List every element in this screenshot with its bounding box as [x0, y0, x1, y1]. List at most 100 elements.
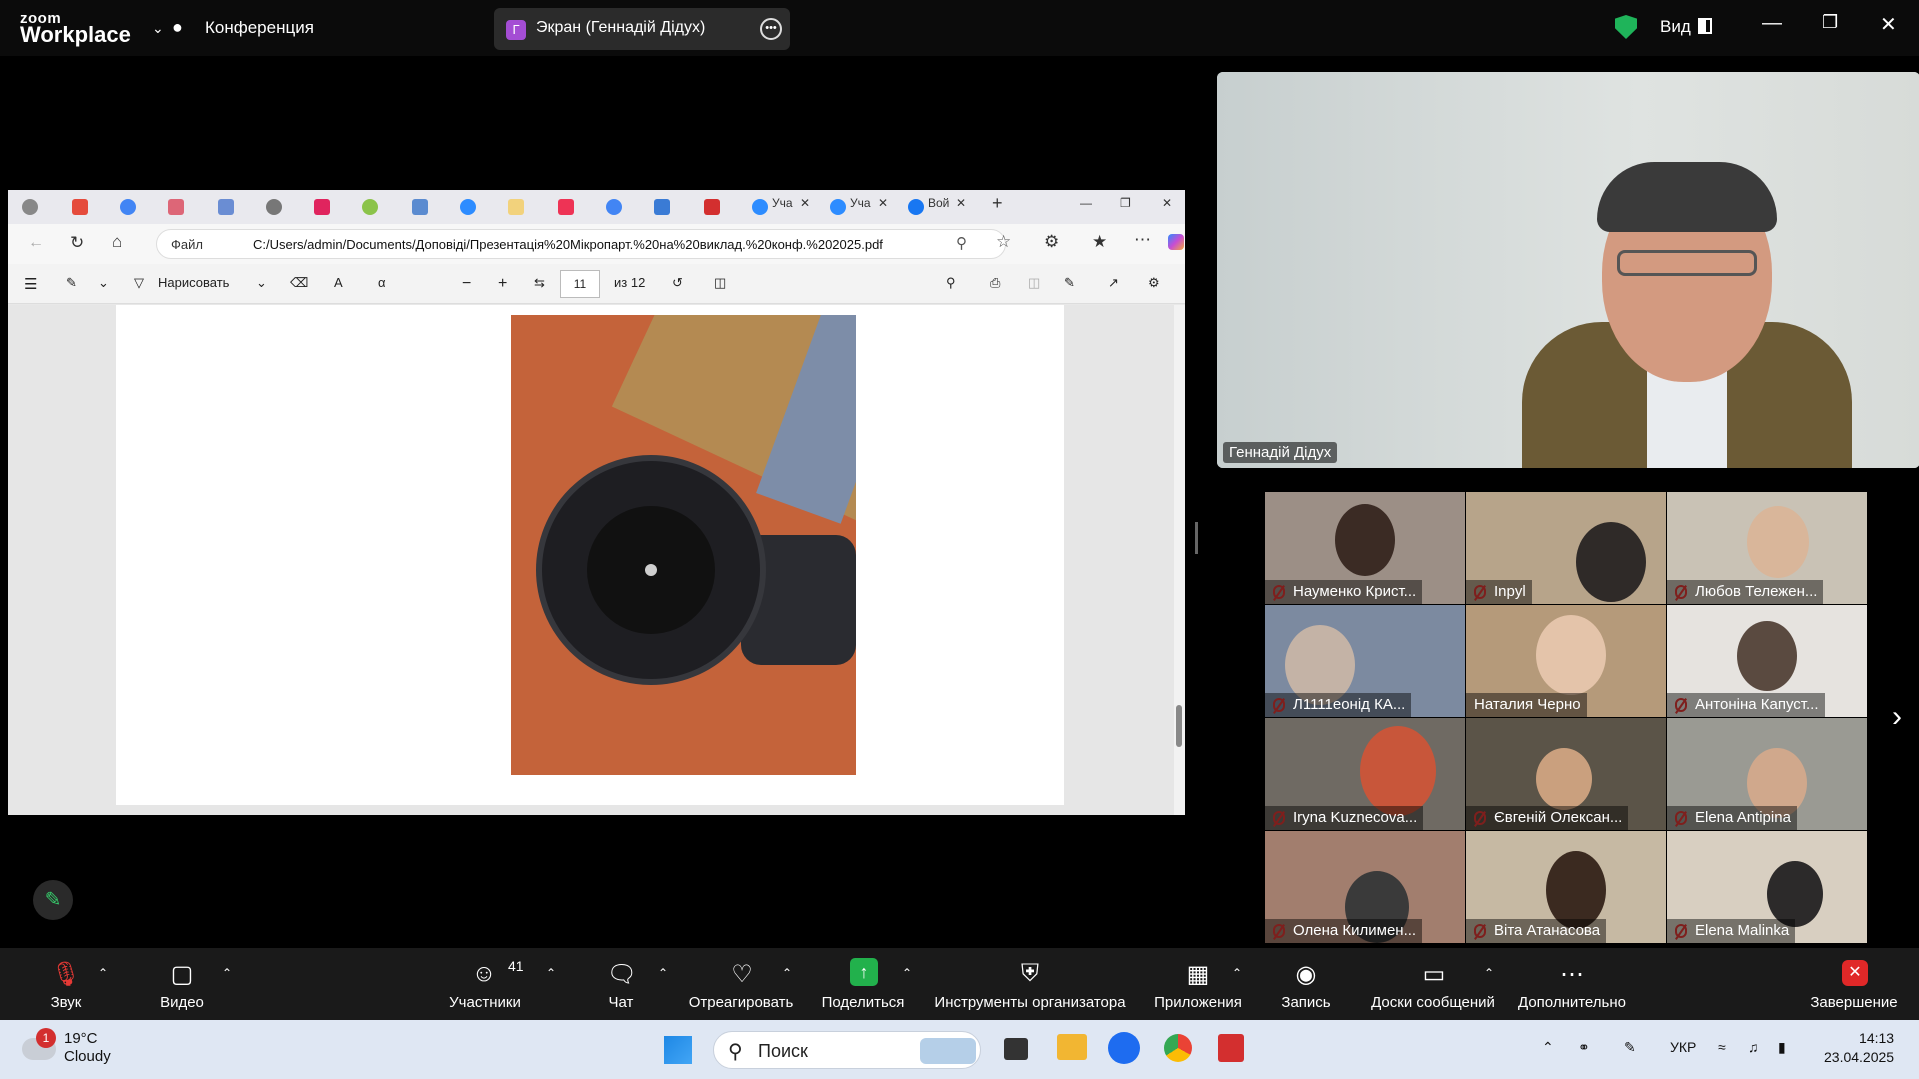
tab-icon[interactable] [168, 199, 184, 215]
participant-tile[interactable]: Inpyl [1466, 492, 1666, 604]
read-aloud-icon[interactable]: A [334, 275, 343, 290]
pdf-search-icon[interactable]: ⚲ [946, 275, 956, 291]
whiteboards-button[interactable]: ▭ Доски сообщений [1358, 948, 1508, 1020]
favorite-star-icon[interactable]: ☆ [996, 232, 1011, 252]
active-speaker-video[interactable]: Геннадій Дідух [1217, 72, 1919, 468]
participant-tile[interactable]: Антоніна Капуст... [1667, 605, 1867, 717]
fullscreen-icon[interactable]: ↗ [1108, 275, 1119, 291]
chat-button[interactable]: 🗨 Чат [596, 948, 646, 1020]
zoom-taskbar-icon[interactable] [1108, 1032, 1140, 1064]
tab-label[interactable]: Уча [850, 196, 871, 218]
restore-icon[interactable]: ❐ [1822, 12, 1838, 33]
gmail-tab-icon[interactable] [72, 199, 88, 215]
new-tab-icon[interactable]: + [992, 193, 1003, 215]
more-menu-icon[interactable]: ⋯ [1134, 230, 1151, 250]
participant-tile[interactable]: Любов Тележен... [1667, 492, 1867, 604]
audio-options-caret-icon[interactable]: ⌃ [98, 966, 108, 980]
video-options-caret-icon[interactable]: ⌃ [222, 966, 232, 980]
network-disabled-icon[interactable]: ⚭ [1578, 1039, 1590, 1056]
weather-widget[interactable]: 19°C Cloudy [64, 1030, 111, 1066]
react-button[interactable]: ♡ Отреагировать [686, 948, 796, 1020]
tab-icon[interactable] [654, 199, 670, 215]
google-tab-icon[interactable] [606, 199, 622, 215]
view-layout-icon[interactable] [1698, 18, 1712, 34]
start-windows-icon[interactable] [664, 1036, 692, 1064]
task-view-icon[interactable] [1004, 1038, 1028, 1060]
close-icon[interactable]: ✕ [1880, 12, 1897, 37]
audio-button[interactable]: 🎙 Звук [30, 948, 102, 1020]
share-caret-icon[interactable]: ⌃ [902, 966, 912, 980]
minimize-icon[interactable]: — [1762, 12, 1782, 35]
translate-icon[interactable]: α [378, 275, 386, 290]
tab-close-icon[interactable]: ✕ [956, 196, 966, 218]
rotate-icon[interactable]: ↺ [672, 275, 683, 291]
zoom-tab-icon[interactable] [460, 199, 476, 215]
draw-chevron-icon[interactable]: ⌄ [98, 275, 109, 291]
gallery-next-page-icon[interactable]: › [1892, 700, 1902, 734]
wifi-icon[interactable]: ≈ [1718, 1039, 1726, 1055]
participant-tile[interactable]: Євгеній Олексан... [1466, 718, 1666, 830]
share-screen-button[interactable]: ↑ Поделиться [818, 948, 908, 1020]
tab-close-icon[interactable]: ✕ [878, 196, 888, 218]
draw-pen-icon[interactable]: ▽ [134, 275, 144, 291]
app-menu-chevron-icon[interactable]: ⌄ [152, 20, 164, 37]
eraser-icon[interactable]: ⌫ [290, 275, 308, 291]
participant-tile[interactable]: Віта Атанасова [1466, 831, 1666, 943]
pen-icon[interactable]: ✎ [1624, 1039, 1636, 1056]
page-number-input[interactable]: 11 [560, 270, 600, 298]
extensions-icon[interactable]: ⚙ [1044, 232, 1059, 252]
pdf-scrollbar[interactable] [1174, 305, 1185, 815]
layout-splitter-handle[interactable] [1195, 522, 1198, 554]
taskbar-search[interactable]: ⚲ Поиск [713, 1031, 981, 1069]
record-button[interactable]: ◉ Запись [1268, 948, 1344, 1020]
active-pdf-tab-icon[interactable] [704, 199, 720, 215]
meeting-title[interactable]: Конференция [205, 18, 314, 38]
profile-icon[interactable] [22, 199, 38, 215]
pdf-settings-icon[interactable]: ⚙ [1148, 275, 1160, 291]
tray-overflow-icon[interactable]: ⌃ [1542, 1039, 1554, 1056]
whiteboards-caret-icon[interactable]: ⌃ [1484, 966, 1494, 980]
zoom-out-button[interactable]: − [462, 275, 471, 293]
pdf-viewport[interactable] [8, 305, 1174, 815]
apps-button[interactable]: ▦ Приложения [1148, 948, 1248, 1020]
encryption-shield-icon[interactable] [1615, 15, 1637, 39]
host-tools-button[interactable]: ⛨ Инструменты организатора [930, 948, 1130, 1020]
browser-close-icon[interactable]: ✕ [1162, 196, 1172, 218]
screen-share-indicator[interactable]: Г Экран (Геннадій Дідух) ••• [494, 8, 790, 50]
tab-icon[interactable] [266, 199, 282, 215]
share-more-icon[interactable]: ••• [760, 18, 782, 40]
browser-minimize-icon[interactable]: — [1080, 196, 1092, 218]
participant-tile[interactable]: Elena Antipina [1667, 718, 1867, 830]
participants-button[interactable]: ☺ 41 Участники [440, 948, 530, 1020]
draw-button[interactable]: Нарисовать [158, 275, 229, 290]
favorites-icon[interactable]: ★ [1092, 232, 1107, 252]
highlight-icon[interactable]: ✎ [66, 275, 77, 291]
zoom-out-icon[interactable]: ⚲ [956, 234, 967, 252]
apps-caret-icon[interactable]: ⌃ [1232, 966, 1242, 980]
tab-label[interactable]: Уча [772, 196, 793, 218]
participant-tile[interactable]: Л1111еонід КА... [1265, 605, 1465, 717]
youtube-tab-icon[interactable] [314, 199, 330, 215]
acrobat-icon[interactable] [1218, 1034, 1244, 1062]
tab-icon[interactable] [218, 199, 234, 215]
video-button[interactable]: ▢ Видео [150, 948, 214, 1020]
chrome-icon[interactable] [1164, 1034, 1192, 1062]
chat-caret-icon[interactable]: ⌃ [658, 966, 668, 980]
participant-tile[interactable]: Наталия Черно [1466, 605, 1666, 717]
tab-icon[interactable] [362, 199, 378, 215]
tab-icon[interactable] [412, 199, 428, 215]
page-view-icon[interactable]: ◫ [714, 275, 726, 291]
participants-caret-icon[interactable]: ⌃ [546, 966, 556, 980]
save-icon[interactable]: ◫ [1028, 275, 1040, 291]
google-tab-icon[interactable] [120, 199, 136, 215]
back-icon[interactable]: ← [28, 234, 44, 252]
zoom-tab-icon[interactable] [830, 199, 846, 215]
file-explorer-icon[interactable] [1057, 1034, 1087, 1060]
react-caret-icon[interactable]: ⌃ [782, 966, 792, 980]
more-button[interactable]: ⋯ Дополнительно [1512, 948, 1632, 1020]
pdf-tab-icon[interactable] [558, 199, 574, 215]
tab-close-icon[interactable]: ✕ [800, 196, 810, 218]
facebook-tab-icon[interactable] [908, 199, 924, 215]
pdf-scroll-thumb[interactable] [1176, 705, 1182, 747]
end-meeting-button[interactable]: ✕ Завершение [1806, 948, 1902, 1020]
